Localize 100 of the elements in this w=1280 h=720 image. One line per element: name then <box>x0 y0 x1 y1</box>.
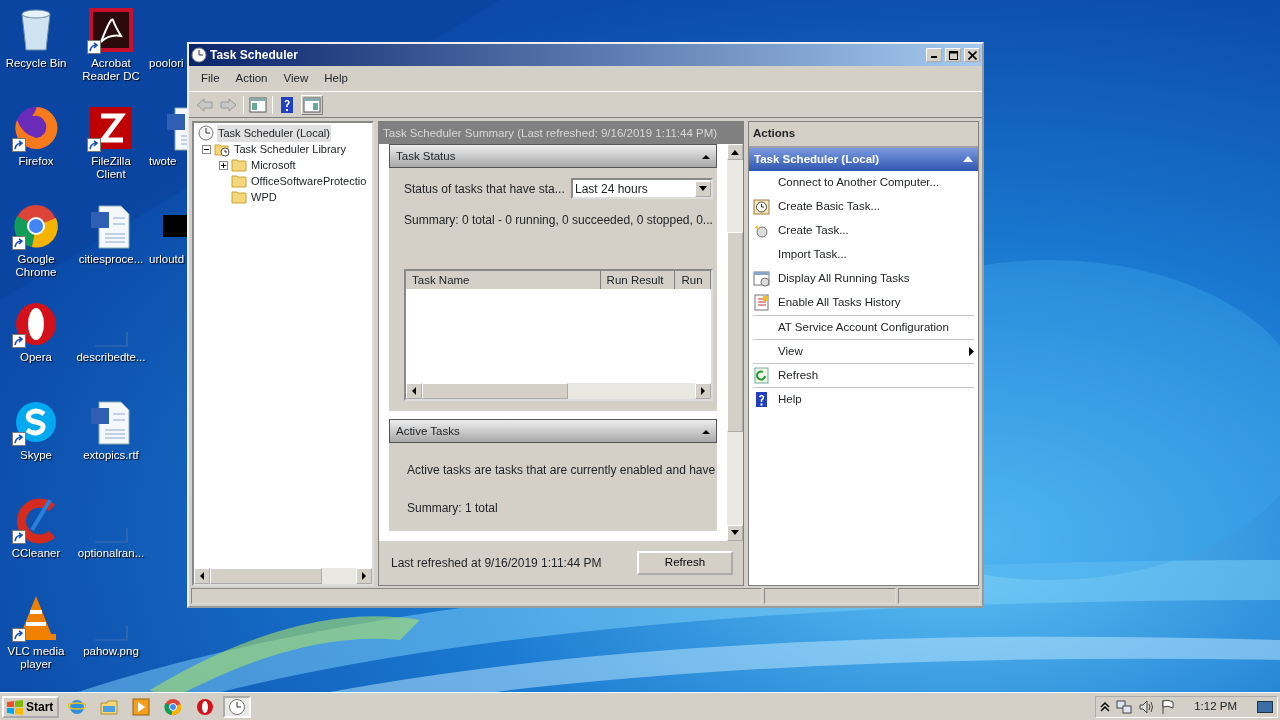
fox-globe-icon <box>12 104 60 152</box>
minimize-button[interactable] <box>926 48 942 62</box>
windows-logo-icon <box>6 698 24 715</box>
pdf-icon <box>87 6 135 54</box>
icon-label[interactable]: optionalran... <box>77 547 145 560</box>
section-title[interactable]: Task Status <box>396 147 456 165</box>
minimize-icon <box>931 56 937 58</box>
tree-item[interactable]: OfficeSoftwareProtectio <box>250 173 368 190</box>
horizontal-scrollbar[interactable] <box>406 383 711 400</box>
icon-label[interactable]: urloutd <box>149 253 185 266</box>
maximize-icon <box>948 50 958 60</box>
icon-label[interactable]: Skype <box>20 449 52 462</box>
section-title[interactable]: Active Tasks <box>396 422 460 440</box>
volume-icon[interactable] <box>1138 698 1155 715</box>
clock-text: 1:12 PM <box>1194 698 1237 714</box>
folder-icon <box>231 173 247 190</box>
column-header[interactable]: Run Result <box>600 271 676 290</box>
taskbar-button[interactable] <box>223 695 252 718</box>
icon-label[interactable]: CCleaner <box>11 547 61 560</box>
icon-label[interactable]: Opera <box>20 351 52 364</box>
close-icon <box>967 50 977 60</box>
command-item[interactable]: Create Basic Task... <box>778 198 974 216</box>
icon-label[interactable]: citiesproce... <box>78 253 144 266</box>
filter-label: Status of tasks that have sta... <box>404 180 565 198</box>
scroll-up-icon <box>731 149 739 156</box>
icon-label[interactable]: Google Chrome <box>0 253 72 279</box>
icon-label[interactable]: twote <box>149 155 177 168</box>
play-icon <box>132 697 151 716</box>
folder-icon <box>231 157 247 174</box>
command-item[interactable]: Enable All Tasks History <box>778 294 974 312</box>
time-range-dropdown[interactable]: Last 24 hours <box>571 178 713 200</box>
expand-icon[interactable] <box>219 160 228 170</box>
menu-item[interactable]: File <box>193 69 228 89</box>
horizontal-scrollbar[interactable] <box>194 568 372 584</box>
icon-label[interactable]: Firefox <box>18 155 54 168</box>
scroll-right-icon <box>700 387 706 396</box>
icon-label[interactable]: describedte... <box>76 351 146 364</box>
vertical-scrollbar[interactable] <box>727 144 743 541</box>
chevron-up-icon[interactable] <box>1100 701 1111 712</box>
description-text: Active tasks are tasks that are currently enabled and have <box>407 462 713 480</box>
calendar-clock-icon <box>753 198 770 216</box>
tree-item[interactable]: WPD <box>250 189 278 206</box>
command-item[interactable]: Connect to Another Computer... <box>778 174 974 192</box>
last-refreshed-text: Last refreshed at 9/16/2019 1:11:44 PM <box>391 555 602 572</box>
command-item[interactable]: Import Task... <box>778 246 974 264</box>
tree-item[interactable]: Task Scheduler Library <box>233 141 347 158</box>
calendar-icon <box>753 270 770 288</box>
collapse-icon[interactable] <box>702 428 710 434</box>
actions-group-header[interactable]: Task Scheduler (Local) <box>749 147 978 171</box>
show-desktop-icon[interactable] <box>1257 699 1273 714</box>
network-icon[interactable] <box>1116 698 1133 715</box>
app-icon <box>87 104 135 152</box>
icon-label[interactable]: Recycle Bin <box>5 57 67 70</box>
scroll-left-icon <box>411 387 417 396</box>
tree-item[interactable]: Microsoft <box>250 157 297 174</box>
icon-label[interactable]: VLC media player <box>0 645 72 671</box>
ring-icon <box>196 697 215 716</box>
collapse-icon[interactable] <box>202 144 211 154</box>
column-header[interactable]: Task Name <box>406 271 601 290</box>
folder-icon <box>100 697 119 716</box>
folder-icon <box>231 189 247 206</box>
submenu-arrow-icon[interactable] <box>969 346 974 356</box>
column-header[interactable]: Run <box>675 271 711 290</box>
refresh-icon <box>753 366 770 384</box>
window-title: Task Scheduler <box>210 47 298 64</box>
help-icon <box>753 390 770 408</box>
maximize-button[interactable] <box>945 48 961 62</box>
icon-label[interactable]: poolori <box>149 57 184 70</box>
globe-e-icon <box>68 697 87 716</box>
icon-label[interactable]: FileZilla Client <box>75 155 147 181</box>
collapse-icon[interactable] <box>702 153 710 159</box>
file-icon <box>94 527 128 543</box>
menu-item[interactable]: View <box>275 69 317 89</box>
toolbar-button[interactable] <box>301 94 323 115</box>
close-button[interactable] <box>964 48 980 62</box>
menu-item[interactable]: Action <box>227 69 276 89</box>
command-item[interactable]: Create Task... <box>778 222 974 240</box>
clock-icon <box>228 697 247 716</box>
command-item[interactable]: Display All Running Tasks <box>778 270 974 288</box>
file-icon <box>94 625 128 641</box>
clock-icon <box>198 125 214 142</box>
summary-header: Task Scheduler Summary (Last refreshed: 9/16/2019 1:11:44 PM) <box>379 122 743 145</box>
command-item[interactable]: Help <box>778 390 974 408</box>
dropdown-arrow-icon[interactable] <box>699 186 707 192</box>
start-button[interactable]: Start <box>2 695 60 718</box>
icon-label[interactable]: pahow.png <box>83 645 139 658</box>
command-item[interactable]: AT Service Account Configuration <box>778 318 974 336</box>
summary-text: Summary: 0 total - 0 running, 0 succeeded, 0 stopped, 0... <box>404 212 713 230</box>
tree-item[interactable]: Task Scheduler (Local) <box>217 125 331 142</box>
command-item[interactable]: Refresh <box>778 366 974 384</box>
icon-label[interactable]: extopics.rtf <box>83 449 139 462</box>
summary-text: Summary: 1 total <box>407 500 499 518</box>
scroll-right-icon <box>361 572 367 580</box>
icon-label[interactable]: Acrobat Reader DC <box>75 57 147 83</box>
command-item[interactable]: View <box>778 342 961 360</box>
file-icon <box>94 331 128 347</box>
flag-icon[interactable] <box>1160 698 1177 715</box>
refresh-button[interactable]: Refresh <box>637 551 733 575</box>
folder-clock-icon <box>214 141 230 158</box>
menu-item[interactable]: Help <box>316 69 356 89</box>
